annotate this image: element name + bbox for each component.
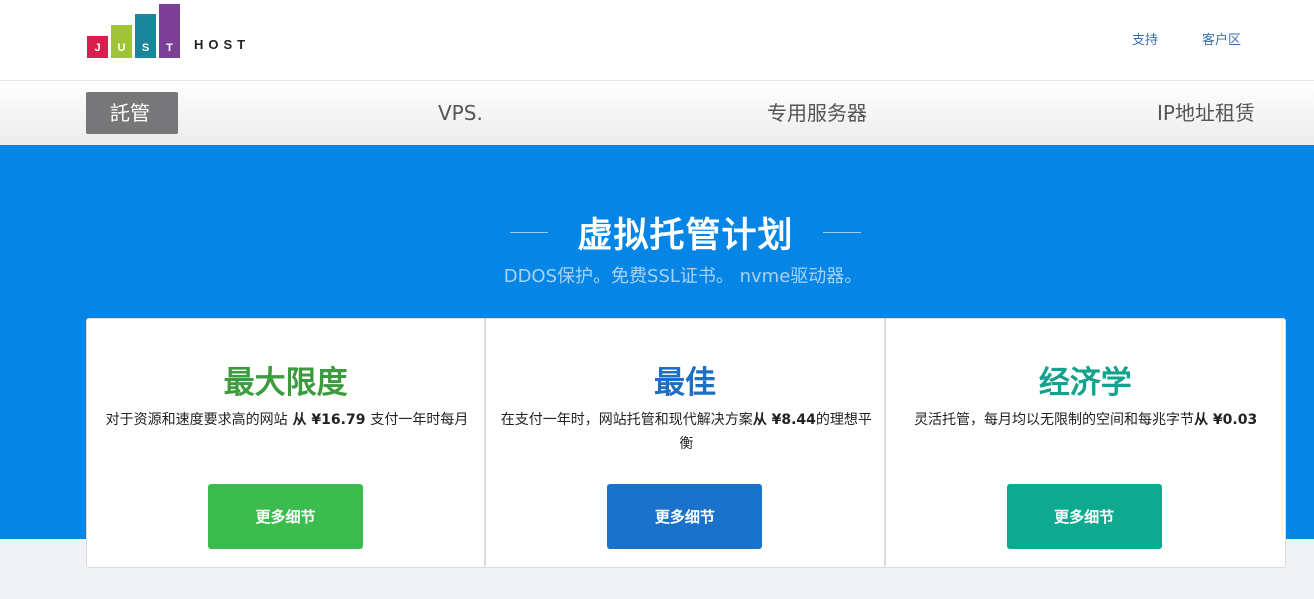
nav-dedicated-servers[interactable]: 专用服务器 <box>767 92 867 134</box>
logo-letter-s: S <box>135 14 156 58</box>
plan-card-economy: 经济学 灵活托管，每月均以无限制的空间和每兆字节从 ¥0.03 更多细节 <box>886 319 1285 567</box>
logo-letter-u: U <box>111 25 132 58</box>
plan-card-optimal: 最佳 在支付一年时，网站托管和现代解决方案从 ¥8.44的理想平衡 更多细节 <box>486 319 886 567</box>
plan-desc-text: 对于资源和速度要求高的网站 <box>105 412 288 428</box>
plan-price: 从 ¥8.44 <box>752 412 816 428</box>
more-details-button[interactable]: 更多细节 <box>208 484 363 549</box>
nav-ip-rental[interactable]: IP地址租赁 <box>1157 92 1255 134</box>
nav-vps[interactable]: VPS. <box>438 92 483 134</box>
plan-desc-suffix: 支付一年时每月 <box>370 412 469 428</box>
plan-price: 从 ¥0.03 <box>1194 412 1258 428</box>
hero-subtitle: DDOS保护。免费SSL证书。 nvme驱动器。 <box>503 266 863 287</box>
plan-title: 最大限度 <box>223 365 348 401</box>
plan-title: 经济学 <box>1038 365 1132 401</box>
logo-bars: J U S T <box>87 4 183 58</box>
nav-hosting[interactable]: 託管 <box>86 92 178 134</box>
plan-title: 最佳 <box>653 365 716 401</box>
more-details-button[interactable]: 更多细节 <box>607 484 763 549</box>
plan-description: 灵活托管，每月均以无限制的空间和每兆字节从 ¥0.03 <box>896 408 1276 432</box>
plan-desc-text: 在支付一年时，网站托管和现代解决方案 <box>500 412 753 428</box>
support-link[interactable]: 支持 <box>1132 29 1158 48</box>
client-area-link[interactable]: 客户区 <box>1202 29 1241 48</box>
logo-letter-j: J <box>87 36 108 58</box>
site-header: J U S T HOST 支持 客户区 <box>0 0 1314 80</box>
plan-price: 从 ¥16.79 <box>287 412 371 428</box>
plan-description: 对于资源和速度要求高的网站 从 ¥16.79 支付一年时每月 <box>97 408 477 432</box>
plan-description: 在支付一年时，网站托管和现代解决方案从 ¥8.44的理想平衡 <box>496 408 876 456</box>
main-nav: 託管 VPS. 专用服务器 IP地址租赁 <box>0 80 1314 145</box>
logo-letter-t: T <box>159 4 180 58</box>
logo-host-text: HOST <box>194 37 251 52</box>
justhost-logo[interactable]: J U S T HOST <box>87 4 257 60</box>
plan-card-maximum: 最大限度 对于资源和速度要求高的网站 从 ¥16.79 支付一年时每月 更多细节 <box>87 319 487 567</box>
plan-cards: 最大限度 对于资源和速度要求高的网站 从 ¥16.79 支付一年时每月 更多细节… <box>86 318 1286 568</box>
hero-title: 虚拟托管计划 <box>577 216 794 256</box>
title-divider-right <box>823 232 861 233</box>
plan-desc-text: 灵活托管，每月均以无限制的空间和每兆字节 <box>914 412 1195 428</box>
more-details-button[interactable]: 更多细节 <box>1006 484 1162 549</box>
hero-title-row: 虚拟托管计划 <box>0 207 1314 257</box>
